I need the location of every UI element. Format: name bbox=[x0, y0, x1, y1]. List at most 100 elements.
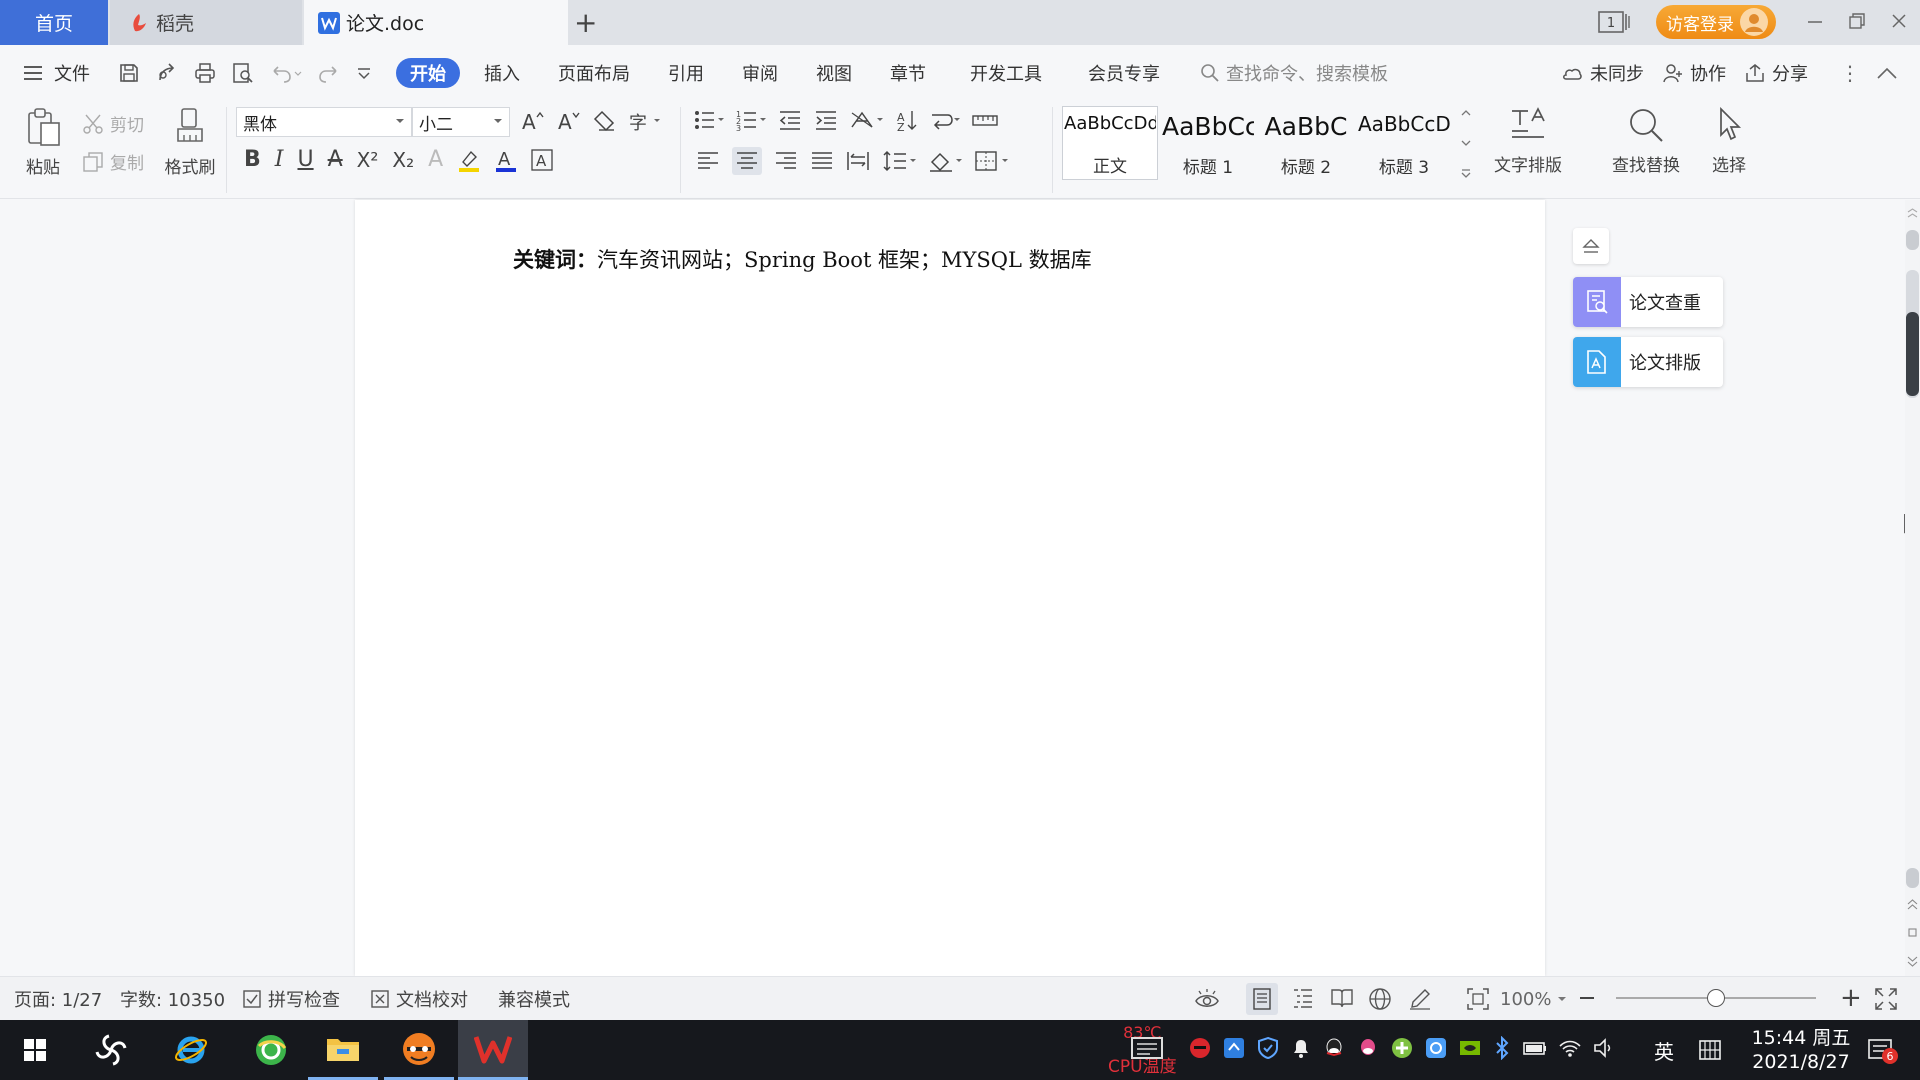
scroll-down-button[interactable] bbox=[1906, 868, 1919, 888]
previous-page-icon[interactable] bbox=[1907, 898, 1918, 910]
menu-references[interactable]: 引用 bbox=[668, 45, 704, 101]
input-method-icon[interactable] bbox=[1698, 1038, 1722, 1062]
scroll-top-icon[interactable] bbox=[1907, 208, 1918, 218]
nvidia-tray-icon[interactable] bbox=[1458, 1036, 1482, 1060]
minimize-icon[interactable] bbox=[1806, 12, 1824, 30]
align-right-icon[interactable] bbox=[774, 150, 798, 172]
line-spacing-icon[interactable] bbox=[882, 150, 916, 172]
web-view-icon[interactable] bbox=[1368, 987, 1392, 1011]
clear-format-icon[interactable] bbox=[592, 109, 616, 133]
bold-icon[interactable]: B bbox=[244, 147, 261, 172]
grow-font-icon[interactable]: A bbox=[520, 109, 544, 133]
style-heading-1[interactable]: AaBbCc 标题 1 bbox=[1160, 106, 1256, 180]
text-effect-icon[interactable]: A bbox=[428, 147, 443, 172]
bullet-list-icon[interactable] bbox=[694, 109, 724, 131]
more-options-icon[interactable]: ⋮ bbox=[1840, 45, 1860, 101]
battery-icon[interactable] bbox=[1522, 1036, 1548, 1060]
text-layout-button[interactable]: 文字排版 bbox=[1494, 107, 1562, 176]
page-navigation[interactable] bbox=[1907, 898, 1918, 968]
fit-page-icon[interactable] bbox=[1466, 987, 1490, 1011]
file-menu[interactable]: 文件 bbox=[22, 45, 90, 101]
guest-login-button[interactable]: 访客登录 bbox=[1656, 5, 1776, 39]
word-count[interactable]: 字数: 10350 bbox=[120, 977, 225, 1021]
justify-icon[interactable] bbox=[810, 150, 834, 172]
bluetooth-icon[interactable] bbox=[1492, 1036, 1512, 1060]
wps-office-icon[interactable] bbox=[458, 1020, 528, 1080]
strikethrough-icon[interactable]: A bbox=[328, 147, 343, 172]
menu-developer[interactable]: 开发工具 bbox=[970, 45, 1042, 101]
close-icon[interactable] bbox=[1890, 12, 1908, 30]
zoom-slider-thumb[interactable] bbox=[1707, 989, 1725, 1007]
redo-icon[interactable] bbox=[318, 62, 340, 84]
page-indicator-button[interactable]: 1 bbox=[1598, 10, 1630, 34]
tab-home[interactable]: 首页 bbox=[0, 0, 108, 45]
menu-member[interactable]: 会员专享 bbox=[1088, 45, 1160, 101]
distribute-icon[interactable] bbox=[846, 150, 870, 172]
scroll-thumb[interactable] bbox=[1906, 312, 1919, 396]
menu-chapter[interactable]: 章节 bbox=[890, 45, 926, 101]
menu-page-layout[interactable]: 页面布局 bbox=[558, 45, 630, 101]
font-name-select[interactable]: 黑体 bbox=[236, 107, 412, 137]
select-browse-object-icon[interactable] bbox=[1907, 928, 1918, 938]
windows-start-icon[interactable] bbox=[0, 1020, 70, 1080]
print-preview-icon[interactable] bbox=[232, 62, 254, 84]
styles-scroll[interactable] bbox=[1458, 109, 1474, 179]
select-button[interactable]: 选择 bbox=[1712, 107, 1746, 176]
expand-styles-icon[interactable] bbox=[1461, 169, 1471, 179]
document-page[interactable]: 关键词：汽车资讯网站；Spring Boot 框架；MYSQL 数据库 bbox=[355, 200, 1545, 976]
reading-view-icon[interactable] bbox=[1330, 987, 1354, 1009]
underline-icon[interactable]: U bbox=[297, 147, 313, 172]
next-page-icon[interactable] bbox=[1907, 956, 1918, 968]
text-direction-icon[interactable] bbox=[850, 109, 884, 131]
360-browser-icon[interactable] bbox=[236, 1020, 306, 1080]
copy-button[interactable]: 复制 bbox=[82, 149, 144, 174]
proofread-button[interactable]: 文档校对 bbox=[370, 977, 468, 1021]
paste-button[interactable]: 粘贴 bbox=[16, 107, 70, 178]
style-normal[interactable]: AaBbCcDd 正文 bbox=[1062, 106, 1158, 180]
increase-indent-icon[interactable] bbox=[814, 109, 838, 131]
zoom-select[interactable]: 100% bbox=[1500, 977, 1567, 1021]
phonetic-guide-icon[interactable]: 字 bbox=[628, 109, 660, 133]
spell-check-button[interactable]: 拼写检查 bbox=[242, 977, 340, 1021]
volume-icon[interactable] bbox=[1592, 1036, 1616, 1060]
customize-toolbar-icon[interactable] bbox=[356, 62, 372, 84]
font-color-icon[interactable]: A bbox=[495, 148, 517, 172]
save-icon[interactable] bbox=[118, 62, 140, 84]
font-size-select[interactable]: 小二 bbox=[412, 107, 510, 137]
page-count[interactable]: 页面: 1/27 bbox=[14, 977, 102, 1021]
wifi-icon[interactable] bbox=[1558, 1036, 1582, 1060]
file-explorer-icon[interactable] bbox=[308, 1020, 378, 1080]
character-border-icon[interactable]: A bbox=[531, 148, 553, 171]
style-heading-2[interactable]: AaBbC 标题 2 bbox=[1258, 106, 1354, 180]
command-search[interactable]: 查找命令、搜索模板 bbox=[1200, 45, 1388, 101]
pinwheel-app-icon[interactable] bbox=[76, 1020, 146, 1080]
update-tray-icon[interactable] bbox=[1222, 1036, 1246, 1060]
qq-pink-tray-icon[interactable] bbox=[1356, 1036, 1380, 1060]
style-heading-3[interactable]: AaBbCcD 标题 3 bbox=[1356, 106, 1452, 180]
menu-start[interactable]: 开始 bbox=[396, 58, 460, 88]
menu-review[interactable]: 审阅 bbox=[742, 45, 778, 101]
menu-insert[interactable]: 插入 bbox=[484, 45, 520, 101]
paper-layout-button[interactable]: 论文排版 bbox=[1573, 337, 1723, 387]
shading-icon[interactable] bbox=[928, 150, 962, 172]
align-center-icon[interactable] bbox=[732, 147, 762, 175]
page-view-icon[interactable] bbox=[1246, 983, 1278, 1015]
chevron-up-icon[interactable] bbox=[1461, 109, 1471, 117]
keywords-paragraph[interactable]: 关键词：汽车资讯网站；Spring Boot 框架；MYSQL 数据库 bbox=[513, 244, 1092, 274]
qq-tray-icon[interactable] bbox=[1322, 1036, 1346, 1060]
action-center-icon[interactable]: 6 bbox=[1866, 1036, 1898, 1066]
restore-icon[interactable] bbox=[1848, 12, 1866, 30]
italic-icon[interactable]: I bbox=[275, 147, 284, 172]
sort-icon[interactable]: AZ bbox=[896, 109, 918, 131]
format-painter-button[interactable]: 格式刷 bbox=[160, 107, 220, 178]
internet-explorer-icon[interactable] bbox=[156, 1020, 226, 1080]
output-icon[interactable] bbox=[156, 62, 178, 84]
ruler-icon[interactable] bbox=[972, 109, 998, 131]
cpu-monitor-icon[interactable] bbox=[1130, 1036, 1164, 1064]
input-language-indicator[interactable]: 英 bbox=[1654, 1020, 1674, 1080]
cloud-sync-tray-icon[interactable] bbox=[1424, 1036, 1448, 1060]
numbered-list-icon[interactable]: 123 bbox=[736, 109, 766, 131]
chevron-down-icon[interactable] bbox=[1461, 139, 1471, 147]
write-mode-icon[interactable] bbox=[1408, 987, 1432, 1011]
line-break-icon[interactable] bbox=[930, 109, 960, 131]
